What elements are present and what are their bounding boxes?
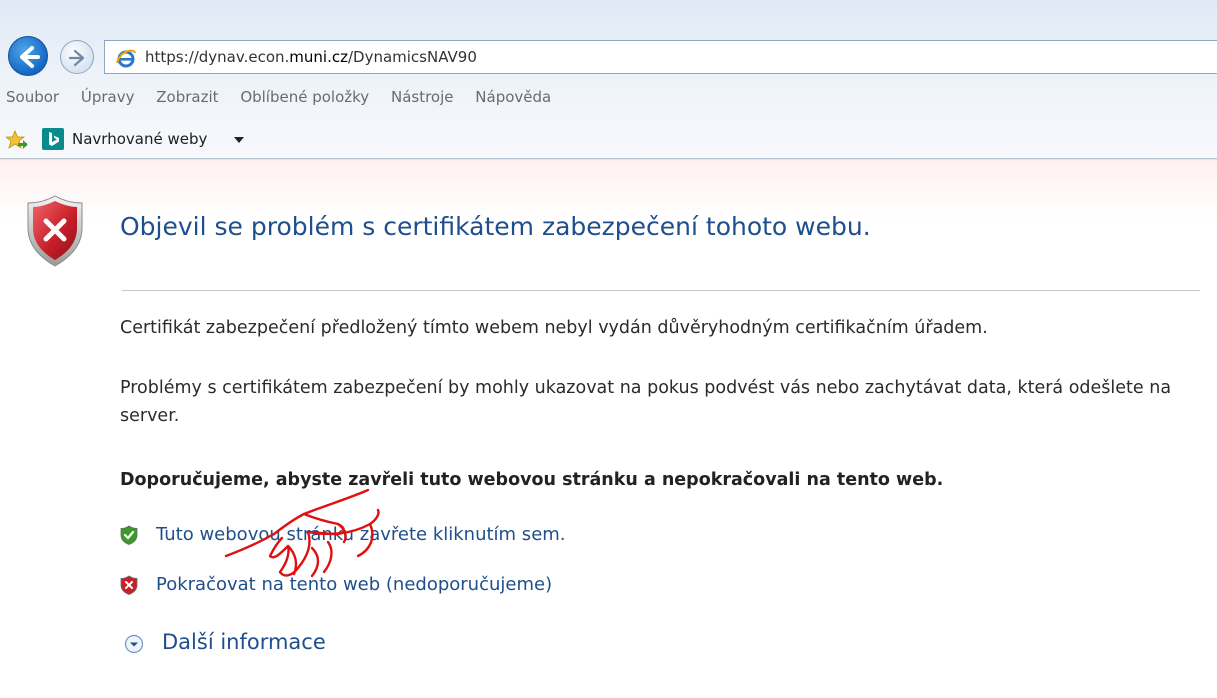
- url-text: https://dynav.econ.muni.cz/DynamicsNAV90: [145, 48, 477, 66]
- menu-nastroje[interactable]: Nástroje: [391, 88, 454, 106]
- menu-soubor[interactable]: Soubor: [6, 88, 59, 106]
- arrow-right-icon: [68, 49, 85, 67]
- continue-link[interactable]: Pokračovat na tento web (nedoporučujeme): [156, 574, 552, 595]
- suggested-sites-label[interactable]: Navrhované weby: [72, 130, 207, 148]
- chevron-down-icon[interactable]: [234, 137, 244, 143]
- page-header-gradient: [0, 160, 1217, 220]
- page-title: Objevil se problém s certifikátem zabezp…: [120, 212, 871, 241]
- recommendation-text: Doporučujeme, abyste zavřeli tuto webovo…: [120, 470, 944, 490]
- menu-upravy[interactable]: Úpravy: [81, 88, 135, 106]
- title-divider: [122, 290, 1200, 291]
- address-bar[interactable]: https://dynav.econ.muni.cz/DynamicsNAV90: [104, 40, 1217, 74]
- green-shield-icon: [120, 525, 138, 545]
- close-page-link[interactable]: Tuto webovou stránku zavřete kliknutím s…: [156, 524, 566, 545]
- menu-zobrazit[interactable]: Zobrazit: [156, 88, 218, 106]
- error-shield-icon: [27, 195, 83, 267]
- url-domain: muni.cz: [289, 48, 348, 66]
- menu-bar: Soubor Úpravy Zobrazit Oblíbené položky …: [6, 88, 568, 110]
- bing-icon: [42, 128, 64, 150]
- arrow-left-icon: [20, 46, 40, 68]
- url-path: /DynamicsNAV90: [347, 48, 477, 66]
- expand-chevron-icon[interactable]: [124, 634, 144, 654]
- certificate-message: Certifikát zabezpečení předložený tímto …: [120, 318, 988, 338]
- back-button[interactable]: [8, 36, 48, 76]
- menu-oblibene[interactable]: Oblíbené položky: [240, 88, 369, 106]
- internet-explorer-icon: [116, 49, 136, 68]
- url-prefix: https://dynav.econ.: [145, 48, 290, 66]
- menu-napoveda[interactable]: Nápověda: [475, 88, 551, 106]
- add-favorite-star-icon[interactable]: [6, 130, 28, 150]
- risk-message: Problémy s certifikátem zabezpečení by m…: [120, 378, 1172, 426]
- red-shield-icon: [120, 575, 138, 595]
- browser-chrome: https://dynav.econ.muni.cz/DynamicsNAV90…: [0, 0, 1217, 160]
- more-info-link[interactable]: Další informace: [162, 630, 326, 654]
- forward-button[interactable]: [60, 40, 94, 74]
